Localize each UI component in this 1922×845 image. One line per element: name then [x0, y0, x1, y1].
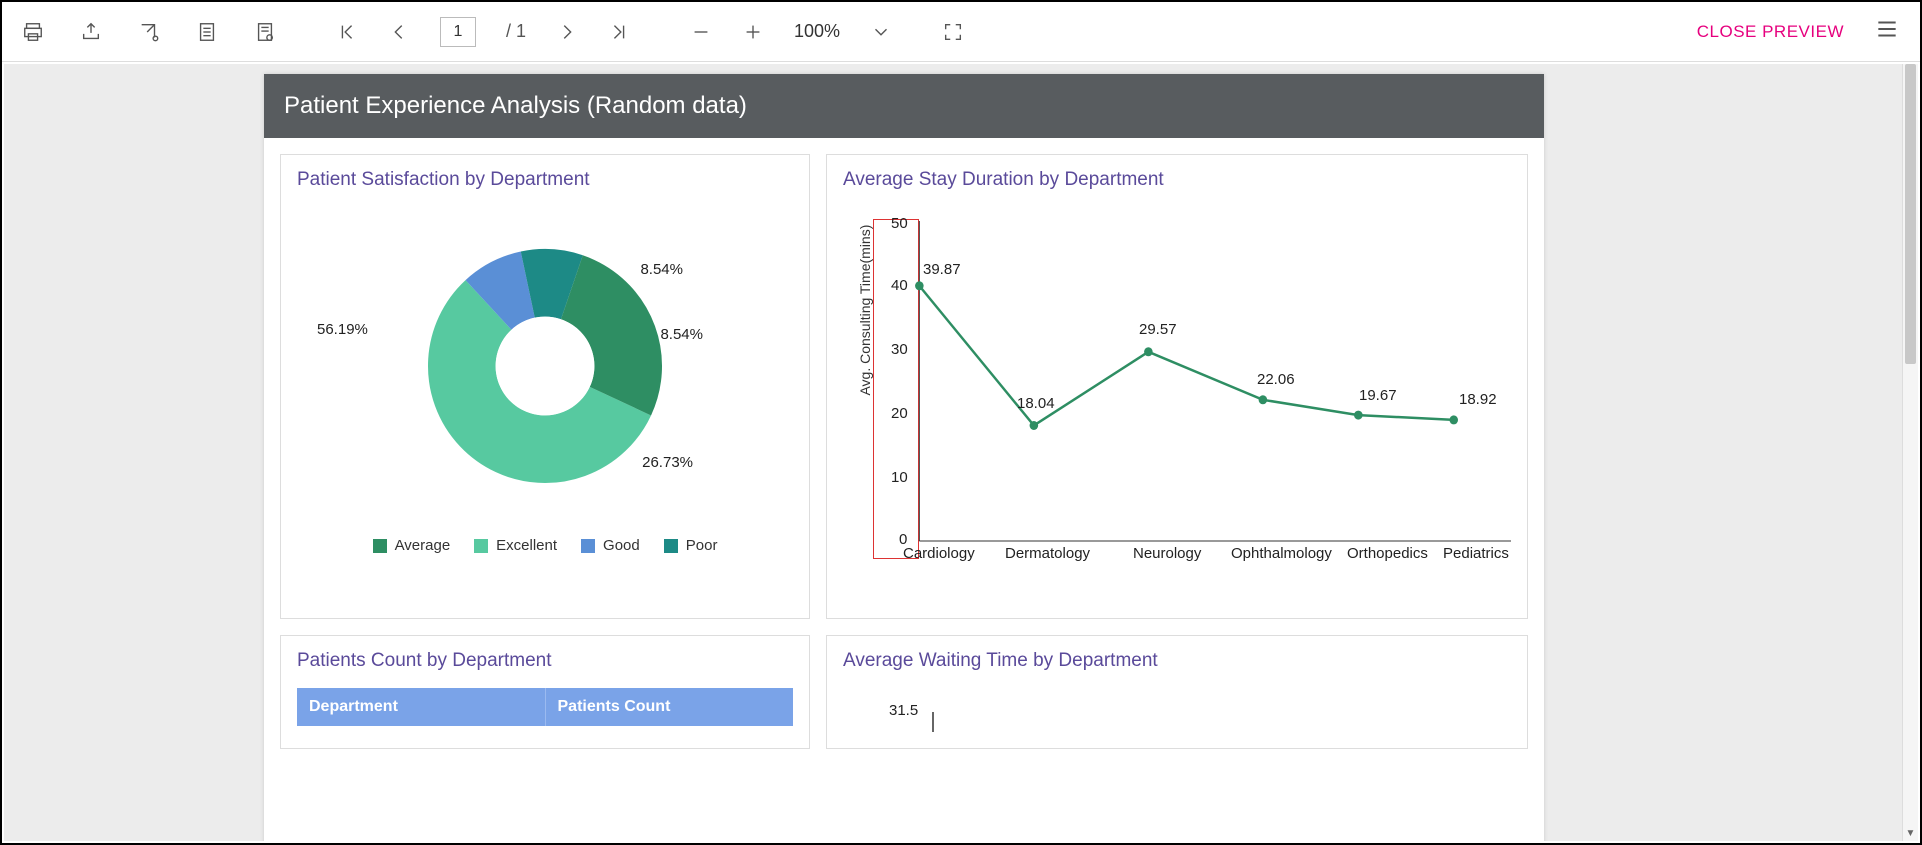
xtick: Cardiology — [903, 545, 975, 562]
zoom-controls: 100% — [690, 21, 964, 43]
next-page-icon[interactable] — [556, 21, 578, 43]
xtick: Dermatology — [1005, 545, 1090, 562]
ytick: 30 — [891, 341, 908, 358]
donut-legend: Average Excellent Good Poor — [297, 537, 793, 554]
legend-excellent: Excellent — [496, 537, 557, 554]
scrollbar-down-arrow[interactable]: ▼ — [1903, 825, 1918, 841]
preview-viewport: Patient Experience Analysis (Random data… — [4, 64, 1902, 841]
table-col-department: Department — [297, 688, 546, 726]
scrollbar-thumb[interactable] — [1905, 64, 1916, 364]
point-label: 39.87 — [923, 261, 961, 278]
last-page-icon[interactable] — [608, 21, 630, 43]
zoom-out-icon[interactable] — [690, 21, 712, 43]
report-title: Patient Experience Analysis (Random data… — [264, 74, 1544, 138]
vertical-scrollbar[interactable]: ▼ — [1902, 64, 1918, 841]
preview-toolbar: / 1 100% CLOSE PREVIEW — [2, 2, 1920, 62]
point-label: 18.92 — [1459, 391, 1497, 408]
point-label: 19.67 — [1359, 387, 1397, 404]
page-total-label: / 1 — [506, 21, 526, 42]
xtick: Pediatrics — [1443, 545, 1509, 562]
card-patient-satisfaction: Patient Satisfaction by Department 56.19… — [280, 154, 810, 619]
page-navigation: / 1 — [336, 17, 630, 47]
point-label: 18.04 — [1017, 395, 1055, 412]
page-layout-icon[interactable] — [196, 21, 218, 43]
ytick: 10 — [891, 469, 908, 486]
card-patients-count: Patients Count by Department Department … — [280, 635, 810, 749]
card-title: Average Waiting Time by Department — [843, 650, 1511, 672]
send-options-icon[interactable] — [138, 21, 160, 43]
menu-icon[interactable] — [1874, 16, 1900, 47]
print-icon[interactable] — [22, 21, 44, 43]
point-label: 22.06 — [1257, 371, 1295, 388]
page-settings-icon[interactable] — [254, 21, 276, 43]
donut-label-good: 8.54% — [640, 261, 683, 278]
donut-label-poor: 8.54% — [660, 326, 703, 343]
card-waiting-time: Average Waiting Time by Department 31.5 — [826, 635, 1528, 749]
toolbar-left-group — [22, 21, 276, 43]
export-icon[interactable] — [80, 21, 102, 43]
report-page: Patient Experience Analysis (Random data… — [264, 74, 1544, 841]
table-col-count: Patients Count — [546, 688, 794, 726]
point-label: 29.57 — [1139, 321, 1177, 338]
first-page-icon[interactable] — [336, 21, 358, 43]
zoom-level: 100% — [794, 21, 840, 42]
fullscreen-icon[interactable] — [942, 21, 964, 43]
donut-label-excellent: 56.19% — [317, 321, 368, 338]
xtick: Neurology — [1133, 545, 1201, 562]
donut-chart: 56.19% 8.54% 8.54% 26.73% — [297, 201, 793, 531]
zoom-dropdown-icon[interactable] — [870, 21, 892, 43]
ytick: 50 — [891, 215, 908, 232]
card-title: Patient Satisfaction by Department — [297, 169, 793, 191]
legend-poor: Poor — [686, 537, 718, 554]
close-preview-button[interactable]: CLOSE PREVIEW — [1697, 22, 1844, 42]
card-title: Patients Count by Department — [297, 650, 793, 672]
card-title: Average Stay Duration by Department — [843, 169, 1511, 191]
prev-page-icon[interactable] — [388, 21, 410, 43]
xtick: Ophthalmology — [1231, 545, 1332, 562]
donut-label-average: 26.73% — [642, 454, 693, 471]
line-chart: Avg. Consulting Time(mins) — [843, 201, 1511, 561]
table-header: Department Patients Count — [297, 688, 793, 726]
ytick: 40 — [891, 277, 908, 294]
legend-good: Good — [603, 537, 640, 554]
zoom-in-icon[interactable] — [742, 21, 764, 43]
legend-average: Average — [395, 537, 451, 554]
card-stay-duration: Average Stay Duration by Department Avg.… — [826, 154, 1528, 619]
page-number-input[interactable] — [440, 17, 476, 47]
xtick: Orthopedics — [1347, 545, 1428, 562]
ytick: 20 — [891, 405, 908, 422]
